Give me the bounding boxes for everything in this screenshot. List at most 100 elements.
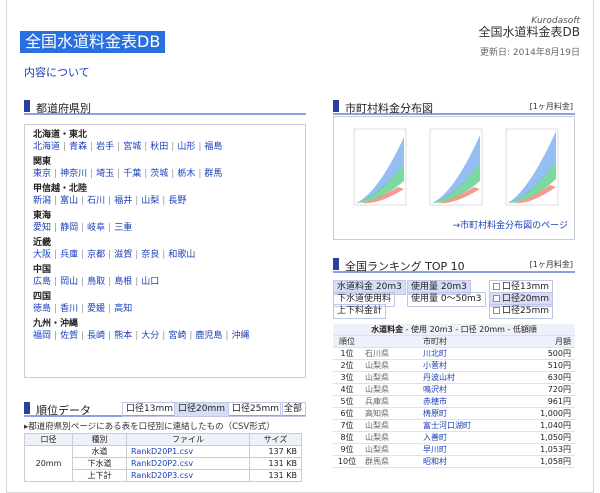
city-link[interactable]: 赤穂市	[419, 395, 512, 409]
prefecture-link[interactable]: 福岡	[33, 331, 51, 341]
prefecture-link[interactable]: 大阪	[33, 250, 51, 260]
brand-name-jp: 全国水道料金表DB	[478, 25, 580, 39]
prefecture-link[interactable]: 滋賀	[114, 250, 132, 260]
prefecture-link[interactable]: 大分	[141, 331, 159, 341]
separator: |	[171, 142, 175, 152]
dl-tab-13[interactable]: 口径13mm	[122, 402, 177, 417]
prefecture-link[interactable]: 石川	[87, 196, 105, 206]
prefecture-link[interactable]: 愛媛	[87, 304, 105, 314]
prefecture-link[interactable]: 島根	[114, 277, 132, 287]
city-link[interactable]: 入善町	[419, 431, 512, 445]
pref-cell: 山梨県	[361, 371, 419, 385]
prefecture-link[interactable]: 和歌山	[168, 250, 195, 260]
prefecture-link[interactable]: 埼玉	[96, 169, 114, 179]
prefecture-link[interactable]: 福井	[114, 196, 132, 206]
separator: |	[144, 142, 148, 152]
prefecture-link[interactable]: 愛知	[33, 223, 51, 233]
city-link[interactable]: 富士河口湖町	[419, 419, 512, 433]
prefecture-link[interactable]: 宮崎	[168, 331, 186, 341]
prefecture-link[interactable]: 香川	[60, 304, 78, 314]
prefecture-link[interactable]: 福島	[204, 142, 222, 152]
city-link[interactable]: 小菅村	[419, 359, 512, 373]
prefecture-link[interactable]: 岡山	[60, 277, 78, 287]
scrollbar[interactable]	[587, 0, 594, 493]
prefecture-link[interactable]: 三重	[114, 223, 132, 233]
prefecture-link[interactable]: 長野	[168, 196, 186, 206]
distribution-chart-13mm[interactable]	[348, 123, 410, 215]
price-cell: 1,000円	[511, 407, 575, 421]
prefecture-link[interactable]: 群馬	[204, 169, 222, 179]
dl-tab-all[interactable]: 全部	[280, 402, 306, 417]
prefecture-link[interactable]: 茨城	[150, 169, 168, 179]
city-link[interactable]: 川北町	[419, 347, 512, 361]
prefecture-link[interactable]: 岩手	[96, 142, 114, 152]
prefecture-link[interactable]: 長崎	[87, 331, 105, 341]
separator: |	[135, 277, 139, 287]
region-items: 広島 | 岡山 | 鳥取 | 島根 | 山口	[33, 276, 297, 288]
separator: |	[81, 196, 85, 206]
prefecture-link[interactable]: 青森	[69, 142, 87, 152]
prefecture-link[interactable]: 栃木	[177, 169, 195, 179]
prefecture-link[interactable]: 静岡	[60, 223, 78, 233]
about-link[interactable]: 内容について	[24, 64, 90, 80]
region-group: 中国 広島 | 岡山 | 鳥取 | 島根 | 山口	[33, 264, 297, 288]
prefecture-link[interactable]: 宮城	[123, 142, 141, 152]
kind-cell: 上下計	[72, 469, 127, 482]
prefecture-link[interactable]: 秋田	[150, 142, 168, 152]
separator: |	[90, 142, 94, 152]
prefecture-link[interactable]: 徳島	[33, 304, 51, 314]
prefecture-link[interactable]: 奈良	[141, 250, 159, 260]
distribution-chart-20mm[interactable]	[424, 123, 486, 215]
prefecture-link[interactable]: 兵庫	[60, 250, 78, 260]
rank-cell: 4位	[333, 383, 361, 397]
prefecture-link[interactable]: 千葉	[123, 169, 141, 179]
city-link[interactable]: 昭和村	[419, 455, 512, 469]
file-link[interactable]: RankD20P1.csv	[126, 445, 250, 458]
dl-tab-20[interactable]: 口径20mm	[174, 402, 229, 417]
prefecture-link[interactable]: 東京	[33, 169, 51, 179]
prefecture-link[interactable]: 熊本	[114, 331, 132, 341]
distribution-heading-text: 市町村料金分布図	[345, 102, 433, 115]
distribution-page-link[interactable]: →市町村料金分布図のページ	[453, 218, 568, 231]
tab-bore-25[interactable]: 口径25mm	[489, 304, 553, 319]
prefecture-link[interactable]: 京都	[87, 250, 105, 260]
pref-cell: 兵庫県	[361, 395, 419, 409]
prefecture-link[interactable]: 広島	[33, 277, 51, 287]
separator: |	[108, 331, 112, 341]
prefecture-link[interactable]: 岐阜	[87, 223, 105, 233]
tab-type-total[interactable]: 上下料金計	[333, 304, 387, 319]
prefecture-link[interactable]: 佐賀	[60, 331, 78, 341]
region-group: 甲信越・北陸 新潟 | 富山 | 石川 | 福井 | 山梨 | 長野	[33, 183, 297, 207]
price-cell: 1,058円	[511, 455, 575, 469]
prefecture-link[interactable]: 山梨	[141, 196, 159, 206]
city-link[interactable]: 早川町	[419, 443, 512, 457]
prefecture-link[interactable]: 山形	[177, 142, 195, 152]
region-items: 徳島 | 香川 | 愛媛 | 高知	[33, 303, 297, 315]
city-link[interactable]: 鳴沢村	[419, 383, 512, 397]
prefecture-link[interactable]: 新潟	[33, 196, 51, 206]
separator: |	[54, 331, 58, 341]
prefecture-link[interactable]: 富山	[60, 196, 78, 206]
prefecture-link[interactable]: 鳥取	[87, 277, 105, 287]
region-items: 愛知 | 静岡 | 岐阜 | 三重	[33, 222, 297, 234]
download-note: ▸都道府県別ページにある表を口径別に連結したもの（CSV形式）	[24, 422, 275, 432]
file-link[interactable]: RankD20P3.csv	[126, 469, 250, 482]
site-title[interactable]: 全国水道料金表DB	[20, 31, 166, 53]
prefecture-link[interactable]: 北海道	[33, 142, 60, 152]
prefecture-link[interactable]: 高知	[114, 304, 132, 314]
separator: |	[54, 169, 58, 179]
dl-tab-25[interactable]: 口径25mm	[228, 402, 283, 417]
ranking-row: 8位 山梨県 入善町 1,050円	[333, 431, 575, 445]
rank-cell: 1位	[333, 347, 361, 361]
city-link[interactable]: 梼原町	[419, 407, 512, 421]
prefecture-link[interactable]: 沖縄	[231, 331, 249, 341]
tab-usage-0-50[interactable]: 使用量 0〜50m3	[407, 292, 486, 307]
prefecture-link[interactable]: 神奈川	[60, 169, 87, 179]
file-link[interactable]: RankD20P2.csv	[126, 457, 250, 470]
city-link[interactable]: 丹波山村	[419, 371, 512, 385]
heading-mark	[24, 402, 30, 414]
price-cell: 1,053円	[511, 443, 575, 457]
prefecture-link[interactable]: 山口	[141, 277, 159, 287]
distribution-chart-25mm[interactable]	[500, 123, 562, 215]
prefecture-link[interactable]: 鹿児島	[195, 331, 222, 341]
